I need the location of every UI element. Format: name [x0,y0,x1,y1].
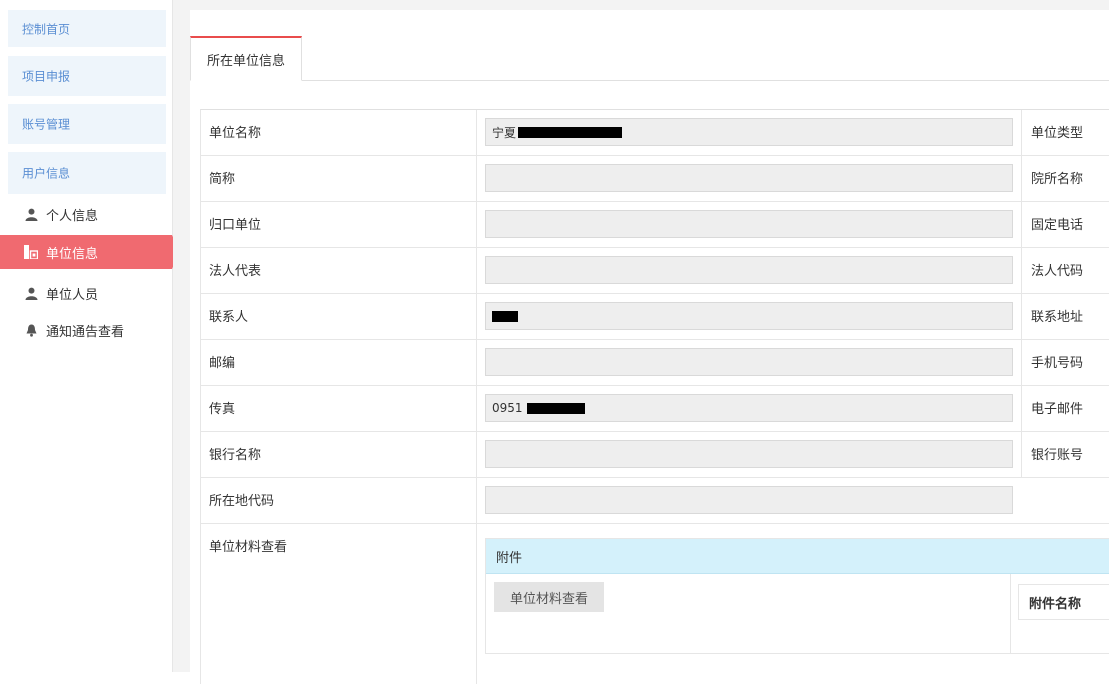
nav-user-info-label: 用户信息 [22,166,71,181]
sidebar: 控制首页 项目申报 账号管理 用户信息 个人信息 单位信息 单位人员 通知通告查… [0,0,180,672]
form-row-bank-name: 银行名称 银行账号 [201,432,1109,478]
redacted-block [518,126,623,138]
nav-project-apply[interactable]: 项目申报 [8,56,166,96]
form-row-postcode: 邮编 手机号码 [201,340,1109,386]
redacted-block [526,402,585,414]
unit-info-form: 单位名称 宁夏 单位类型 简称 院所名称 归口单位 固定电话 法人代表 法人代码… [200,109,1109,684]
field-label: 归口单位 [209,218,262,233]
sidebar-item-label: 单位人员 [46,287,99,303]
form-row-contact: 联系人 联系地址 [201,294,1109,340]
bank-name-field[interactable] [485,440,1013,468]
attachment-name-header-label: 附件名称 [1029,596,1082,612]
contact-field[interactable] [485,302,1013,330]
sidebar-item-label: 单位信息 [46,246,99,262]
field-label: 所在地代码 [209,494,275,509]
view-materials-button[interactable]: 单位材料查看 [494,582,604,612]
field-label: 法人代表 [209,264,262,279]
nav-project-apply-label: 项目申报 [22,69,71,84]
nav-account-manage-label: 账号管理 [22,117,71,132]
sidebar-item-label: 通知通告查看 [46,324,125,340]
form-row-unit-name: 单位名称 宁夏 单位类型 [201,110,1109,156]
form-row-materials: 单位材料查看 附件 单位材料查看 附件名称 [201,524,1109,684]
field-label: 单位名称 [209,126,262,141]
attachment-name-header: 附件名称 [1018,584,1109,620]
attachment-header-label: 附件 [496,550,523,566]
user-icon [24,286,38,300]
field-label: 电子邮件 [1031,402,1084,417]
abbreviation-field[interactable] [485,164,1013,192]
field-value: 宁夏 [492,125,517,140]
sidebar-item-notices[interactable]: 通知通告查看 [0,313,172,347]
nav-home-label: 控制首页 [22,22,71,36]
nav-account-manage[interactable]: 账号管理 [8,104,166,144]
sidebar-item-personal-info[interactable]: 个人信息 [0,197,172,231]
sidebar-item-label: 个人信息 [46,208,99,224]
fax-field[interactable]: 0951 [485,394,1013,422]
legal-rep-field[interactable] [485,256,1013,284]
field-label: 手机号码 [1031,356,1084,371]
field-label: 简称 [209,172,236,187]
location-code-field[interactable] [485,486,1013,514]
field-label: 联系人 [209,310,249,325]
sidebar-item-unit-info[interactable]: 单位信息 [0,235,180,269]
form-row-fax: 传真 0951 电子邮件 [201,386,1109,432]
attachment-panel: 附件 单位材料查看 附件名称 [485,538,1109,654]
field-label: 邮编 [209,356,236,371]
nav-home[interactable]: 控制首页 [8,10,166,47]
view-materials-button-label: 单位材料查看 [509,591,588,607]
form-row-location-code: 所在地代码 [201,478,1109,524]
attachment-body: 单位材料查看 附件名称 [486,574,1109,654]
parent-unit-field[interactable] [485,210,1013,238]
field-label: 固定电话 [1031,218,1084,233]
postcode-field[interactable] [485,348,1013,376]
sidebar-item-unit-staff[interactable]: 单位人员 [0,276,172,310]
nav-user-info[interactable]: 用户信息 [8,152,166,194]
field-label: 银行名称 [209,448,262,463]
unit-name-field[interactable]: 宁夏 [485,118,1013,146]
field-label: 单位类型 [1031,126,1084,141]
field-value: 0951 [492,401,523,415]
field-label: 银行账号 [1031,448,1084,463]
field-label: 联系地址 [1031,310,1084,325]
tab-unit-info[interactable]: 所在单位信息 [190,36,302,81]
tab-label: 所在单位信息 [206,53,285,69]
redacted-block [492,310,518,322]
form-row-parent-unit: 归口单位 固定电话 [201,202,1109,248]
field-label: 单位材料查看 [209,540,288,555]
field-label: 传真 [209,402,236,417]
building-icon [24,245,38,259]
bell-icon [24,323,38,337]
field-label: 院所名称 [1031,172,1084,187]
tab-bar: 所在单位信息 [190,36,1109,81]
form-row-abbreviation: 简称 院所名称 [201,156,1109,202]
attachment-header: 附件 [486,539,1109,574]
user-icon [24,207,38,221]
form-row-legal-rep: 法人代表 法人代码 [201,248,1109,294]
field-label: 法人代码 [1031,264,1084,279]
